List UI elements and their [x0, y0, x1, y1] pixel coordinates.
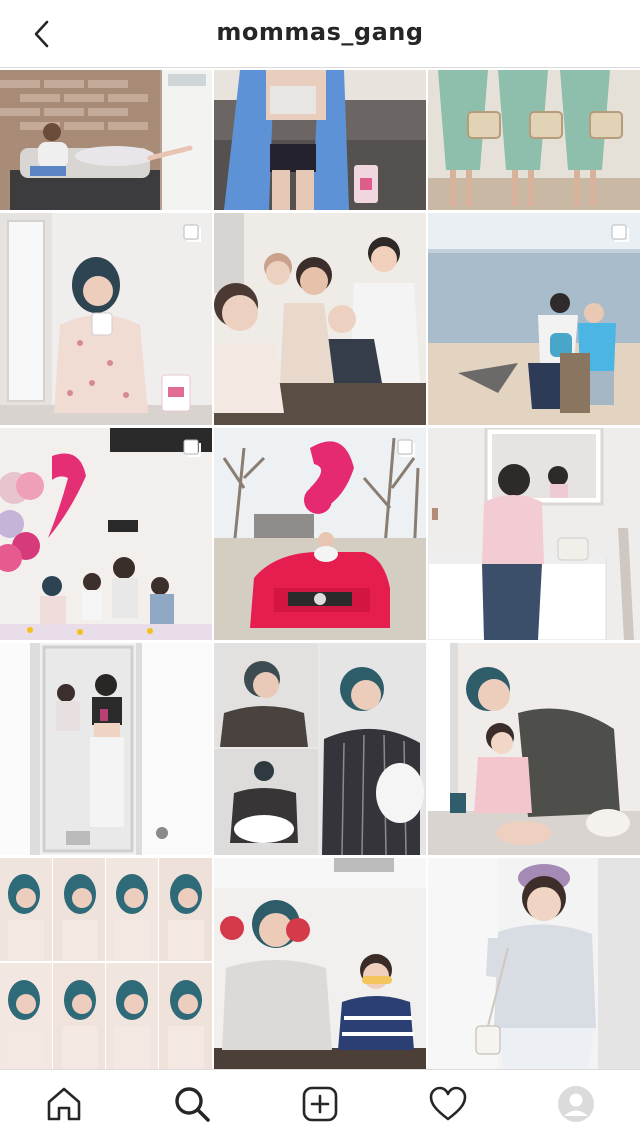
post-image — [428, 858, 640, 1069]
post-image — [0, 428, 212, 640]
post-thumbnail[interactable] — [428, 213, 640, 425]
post-thumbnail[interactable] — [214, 643, 426, 855]
tab-search[interactable] — [170, 1082, 214, 1126]
heart-icon — [429, 1086, 467, 1121]
new-post-icon — [302, 1086, 338, 1122]
post-image — [428, 70, 640, 210]
post-thumbnail[interactable] — [0, 213, 212, 425]
post-image — [0, 70, 212, 210]
tab-home[interactable] — [42, 1082, 86, 1126]
post-image — [0, 213, 212, 425]
post-thumbnail[interactable] — [428, 70, 640, 210]
carousel-icon — [183, 439, 201, 457]
tab-new-post[interactable] — [298, 1082, 342, 1126]
profile-username: mommas_gang — [216, 18, 424, 46]
post-thumbnail[interactable] — [428, 858, 640, 1069]
search-icon — [175, 1087, 210, 1122]
post-image — [214, 858, 426, 1069]
post-thumbnail[interactable] — [0, 70, 212, 210]
post-image — [214, 428, 426, 640]
tab-profile[interactable] — [554, 1082, 598, 1126]
post-thumbnail[interactable] — [428, 643, 640, 855]
post-image — [214, 643, 426, 855]
post-image — [428, 643, 640, 855]
carousel-icon — [611, 224, 629, 242]
carousel-icon — [183, 224, 201, 242]
bottom-tab-bar — [0, 1069, 640, 1138]
post-thumbnail[interactable] — [0, 428, 212, 640]
post-thumbnail[interactable] — [0, 858, 212, 1069]
post-thumbnail[interactable] — [214, 858, 426, 1069]
profile-avatar-icon — [558, 1086, 594, 1122]
post-image — [428, 428, 640, 640]
post-thumbnail[interactable] — [0, 643, 212, 855]
post-image — [0, 858, 212, 1069]
post-image — [0, 643, 212, 855]
posts-grid — [0, 70, 640, 1069]
post-image — [428, 213, 640, 425]
post-image — [214, 70, 426, 210]
top-header: mommas_gang — [0, 0, 640, 68]
post-thumbnail[interactable] — [214, 213, 426, 425]
post-image — [214, 213, 426, 425]
post-thumbnail[interactable] — [214, 428, 426, 640]
post-thumbnail[interactable] — [214, 70, 426, 210]
home-icon — [47, 1087, 81, 1121]
post-thumbnail[interactable] — [428, 428, 640, 640]
carousel-icon — [397, 439, 415, 457]
tab-activity[interactable] — [426, 1082, 470, 1126]
